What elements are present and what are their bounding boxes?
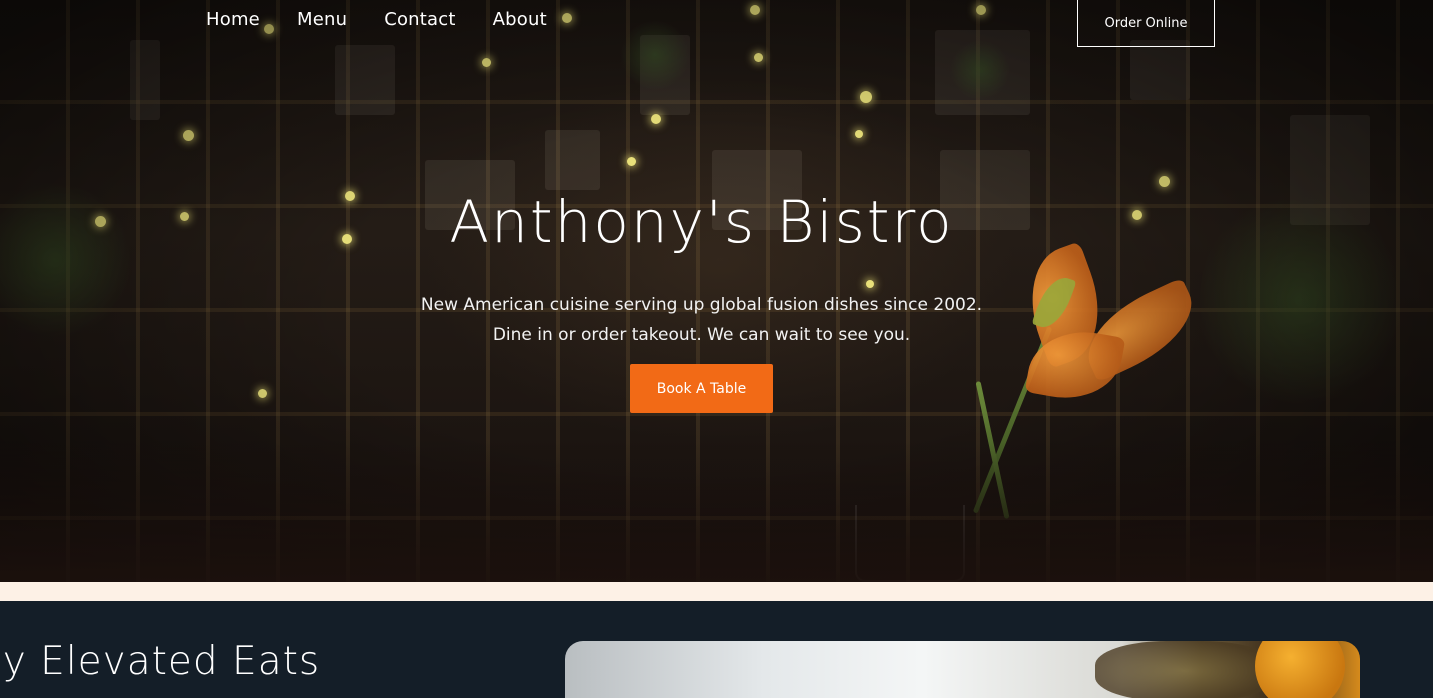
order-online-button[interactable]: Order Online	[1077, 0, 1215, 47]
hero-subtitle-line-1: New American cuisine serving up global f…	[420, 295, 983, 315]
nav-menu-link[interactable]: Menu	[297, 9, 347, 30]
hero-subtitle-line-2: Dine in or order takeout. We can wait to…	[492, 325, 911, 345]
hero-section: Home Menu Contact About Order Online Ant…	[0, 0, 1433, 582]
food-image	[565, 641, 1360, 698]
nav-home-link[interactable]: Home	[206, 9, 260, 30]
main-nav: Home Menu Contact About	[206, 9, 584, 30]
section-divider-strip	[0, 582, 1433, 601]
elevated-eats-section: joy Elevated Eats	[0, 601, 1433, 698]
book-a-table-button[interactable]: Book A Table	[630, 364, 773, 413]
section-title: joy Elevated Eats	[0, 639, 321, 684]
hero-title: Anthony's Bistro	[449, 188, 954, 256]
hero-subtitle: New American cuisine serving up global f…	[0, 290, 1403, 350]
nav-contact-link[interactable]: Contact	[384, 9, 455, 30]
nav-about-link[interactable]: About	[493, 9, 547, 30]
